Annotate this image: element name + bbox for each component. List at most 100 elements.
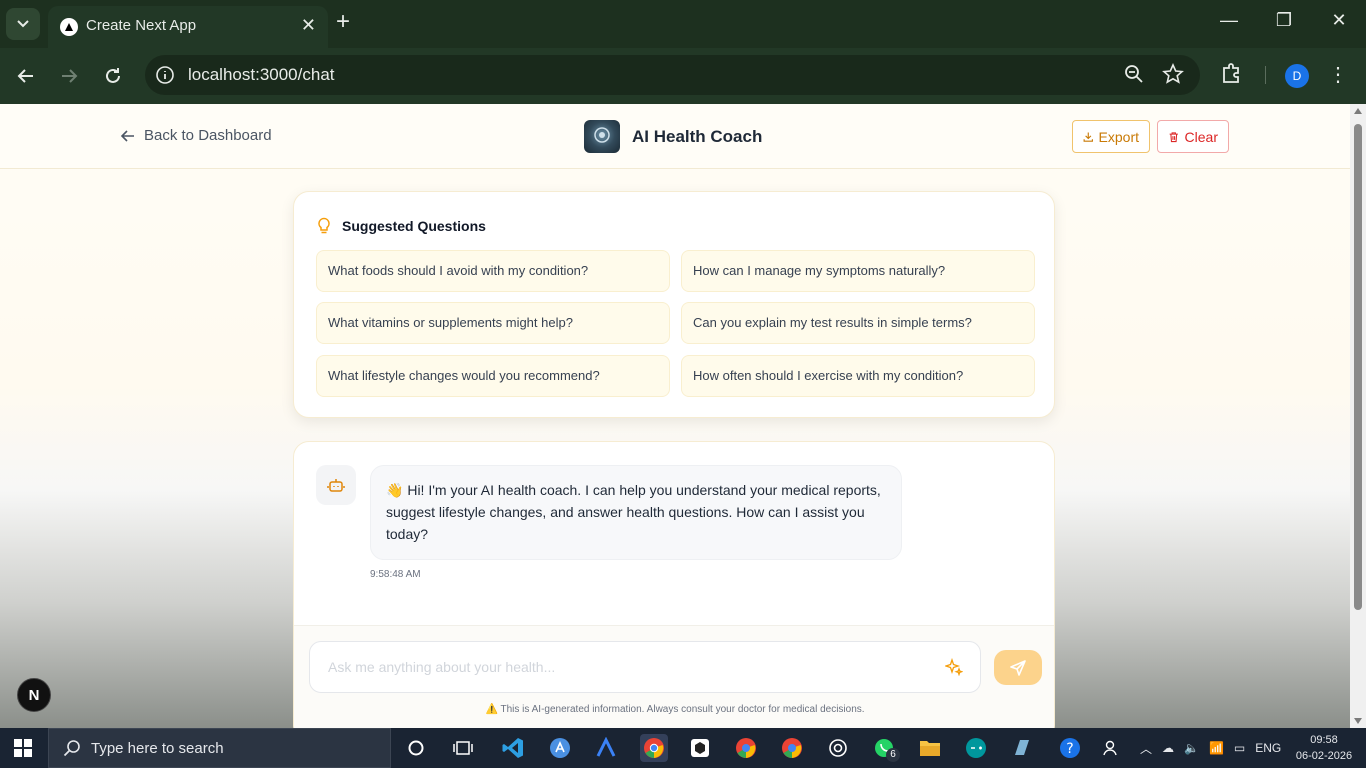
clock-time: 09:58 [1310,734,1338,746]
battery-icon[interactable]: ▭ [1234,741,1245,755]
wave-emoji: 👋 [386,482,404,498]
suggested-question-5[interactable]: How often should I exercise with my cond… [681,355,1035,397]
chat-input-area: ⚠️ This is AI-generated information. Alw… [294,625,1054,728]
tab-search-button[interactable] [6,8,40,40]
send-button[interactable] [994,650,1042,685]
chatgpt-icon[interactable] [824,734,852,762]
page-scrollbar[interactable] [1350,104,1366,728]
zoom-icon[interactable] [1124,64,1144,89]
reload-button[interactable] [99,62,127,90]
arrow-left-icon [17,69,33,83]
people-icon[interactable] [1098,734,1126,762]
windows-start-icon[interactable] [14,739,32,762]
nextjs-favicon-icon [60,18,78,36]
reload-icon [106,68,120,83]
browser-tab[interactable]: Create Next App ✕ [48,6,328,48]
back-button[interactable] [12,62,40,90]
bookmark-star-icon[interactable] [1162,63,1184,90]
disclaimer-text: This is AI-generated information. Always… [500,704,865,715]
arc-app-icon[interactable] [592,734,620,762]
restore-icon[interactable]: ❐ [1269,10,1299,31]
lightbulb-icon [318,217,330,234]
download-icon [1083,131,1093,142]
file-explorer-icon[interactable] [916,734,944,762]
chrome-active-icon[interactable] [640,734,668,762]
app-store-icon[interactable] [546,734,574,762]
browser-menu-icon[interactable]: ⋮ [1328,62,1348,87]
suggested-question-3[interactable]: Can you explain my test results in simpl… [681,302,1035,344]
taskbar-search[interactable]: Type here to search [48,728,391,768]
arrow-right-icon [62,69,78,83]
sparkles-icon [943,657,964,681]
browser-tab-bar: Create Next App ✕ + — ❐ ✕ [0,0,1366,48]
back-to-dashboard-link[interactable]: Back to Dashboard [120,127,272,144]
robot-icon [327,479,345,492]
chat-card: 👋 Hi! I'm your AI health coach. I can he… [293,441,1055,728]
system-tray: ︿ ☁ 🔈 📶 ▭ ENG [1140,728,1281,768]
chevron-down-icon [17,20,29,28]
suggested-questions-header: Suggested Questions [316,217,486,235]
back-link-label: Back to Dashboard [144,127,272,144]
nextjs-dev-badge[interactable]: N [17,678,51,712]
export-label: Export [1098,128,1139,145]
new-tab-button[interactable]: + [336,10,350,34]
profile-avatar[interactable]: D [1285,64,1309,88]
windows-taskbar: Type here to search 6 ? ︿ ☁ 🔈 📶 ▭ ENG 09… [0,728,1366,768]
tablet-app-icon[interactable] [1008,734,1036,762]
brand: AI Health Coach [584,120,762,153]
suggested-question-1[interactable]: How can I manage my symptoms naturally? [681,250,1035,292]
chrome-profile-m-icon[interactable] [732,734,760,762]
wifi-icon[interactable]: 📶 [1209,741,1224,755]
volume-icon[interactable]: 🔈 [1184,741,1199,755]
scroll-up-icon[interactable] [1354,108,1362,114]
forward-button[interactable] [55,62,83,90]
chat-input[interactable] [309,641,981,693]
minimize-icon[interactable]: — [1214,10,1244,31]
task-view-icon[interactable] [449,734,477,762]
whatsapp-icon[interactable]: 6 [870,734,900,762]
toolbar-divider [1265,66,1266,84]
app-logo [584,120,620,153]
clear-button[interactable]: Clear [1157,120,1229,153]
address-bar[interactable]: localhost:3000/chat [145,55,1200,95]
vscode-icon[interactable] [499,734,527,762]
cortana-icon[interactable] [402,734,430,762]
page-title: AI Health Coach [632,126,763,146]
chrome-icon[interactable] [778,734,806,762]
suggested-questions-card: Suggested Questions What foods should I … [293,191,1055,418]
taskbar-clock[interactable]: 09:58 06-02-2026 [1292,732,1356,764]
scrollbar-thumb[interactable] [1354,124,1362,610]
ai-disclaimer: ⚠️ This is AI-generated information. Alw… [294,704,1054,715]
scroll-down-icon[interactable] [1354,718,1362,724]
url-text[interactable]: localhost:3000/chat [188,65,335,85]
suggested-question-4[interactable]: What lifestyle changes would you recomme… [316,355,670,397]
clear-label: Clear [1184,128,1218,145]
suggested-question-2[interactable]: What vitamins or supplements might help? [316,302,670,344]
export-button[interactable]: Export [1072,120,1150,153]
package-app-icon[interactable] [686,734,714,762]
clock-date: 06-02-2026 [1295,750,1353,762]
message-timestamp: 9:58:48 AM [370,569,421,580]
search-icon [63,740,80,757]
whatsapp-badge: 6 [886,748,900,762]
extensions-puzzle-icon[interactable] [1220,61,1244,90]
svg-text:?: ? [1066,741,1073,757]
page-viewport: Back to Dashboard AI Health Coach Export… [0,104,1350,728]
tab-close-icon[interactable]: ✕ [301,15,316,36]
site-info-icon[interactable] [155,65,175,90]
tray-chevron-up-icon[interactable]: ︿ [1140,740,1152,757]
trash-icon [1169,131,1178,142]
assistant-message-text: Hi! I'm your AI health coach. I can help… [386,482,881,542]
network-off-icon[interactable]: ☁ [1162,741,1174,755]
taskbar-search-placeholder: Type here to search [91,739,224,757]
suggested-question-0[interactable]: What foods should I avoid with my condit… [316,250,670,292]
tab-title: Create Next App [86,17,197,34]
language-indicator[interactable]: ENG [1255,741,1281,755]
app-header: Back to Dashboard AI Health Coach Export… [0,104,1350,169]
help-icon[interactable]: ? [1056,734,1084,762]
browser-toolbar: localhost:3000/chat [0,48,1366,104]
assistant-message-bubble: 👋 Hi! I'm your AI health coach. I can he… [370,465,902,560]
window-close-icon[interactable]: ✕ [1324,10,1354,31]
arduino-icon[interactable] [962,734,990,762]
suggested-questions-heading: Suggested Questions [342,218,486,234]
